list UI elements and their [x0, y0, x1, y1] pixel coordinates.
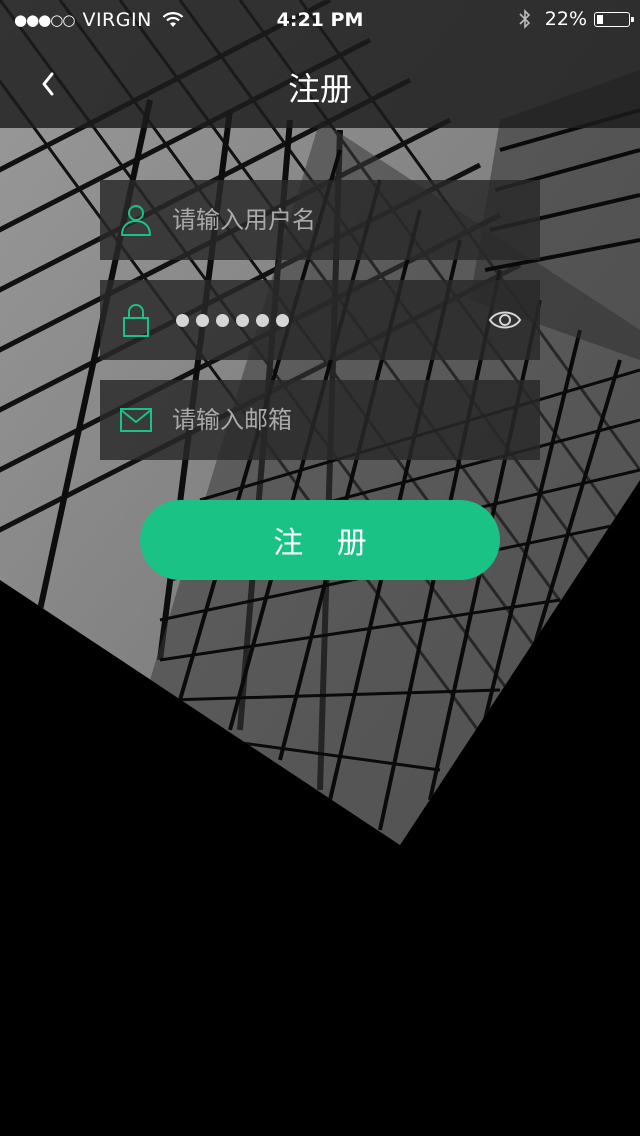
password-dot [256, 314, 269, 327]
username-field[interactable] [100, 180, 540, 260]
password-dot [196, 314, 209, 327]
password-dot [216, 314, 229, 327]
password-field[interactable] [100, 280, 540, 360]
password-dot [236, 314, 249, 327]
page-title: 注册 [287, 70, 352, 108]
navigation-bar: 注册 [0, 40, 640, 128]
bluetooth-icon [519, 9, 530, 29]
password-dot [276, 314, 289, 327]
register-button[interactable]: 注 册 [140, 500, 500, 580]
email-input[interactable] [172, 398, 472, 442]
lock-icon [123, 304, 149, 337]
user-icon [121, 205, 151, 236]
email-field[interactable] [100, 380, 540, 460]
eye-icon[interactable] [488, 304, 522, 336]
password-dot [176, 314, 189, 327]
username-input[interactable] [172, 198, 472, 242]
mail-icon [120, 408, 152, 432]
battery-percent: 22% [544, 8, 587, 30]
status-bar: ●●●○○ VIRGIN 4:21 PM 22% [0, 0, 640, 40]
password-masked-value[interactable] [176, 306, 289, 327]
battery-icon [594, 11, 634, 27]
battery-level [597, 14, 603, 24]
